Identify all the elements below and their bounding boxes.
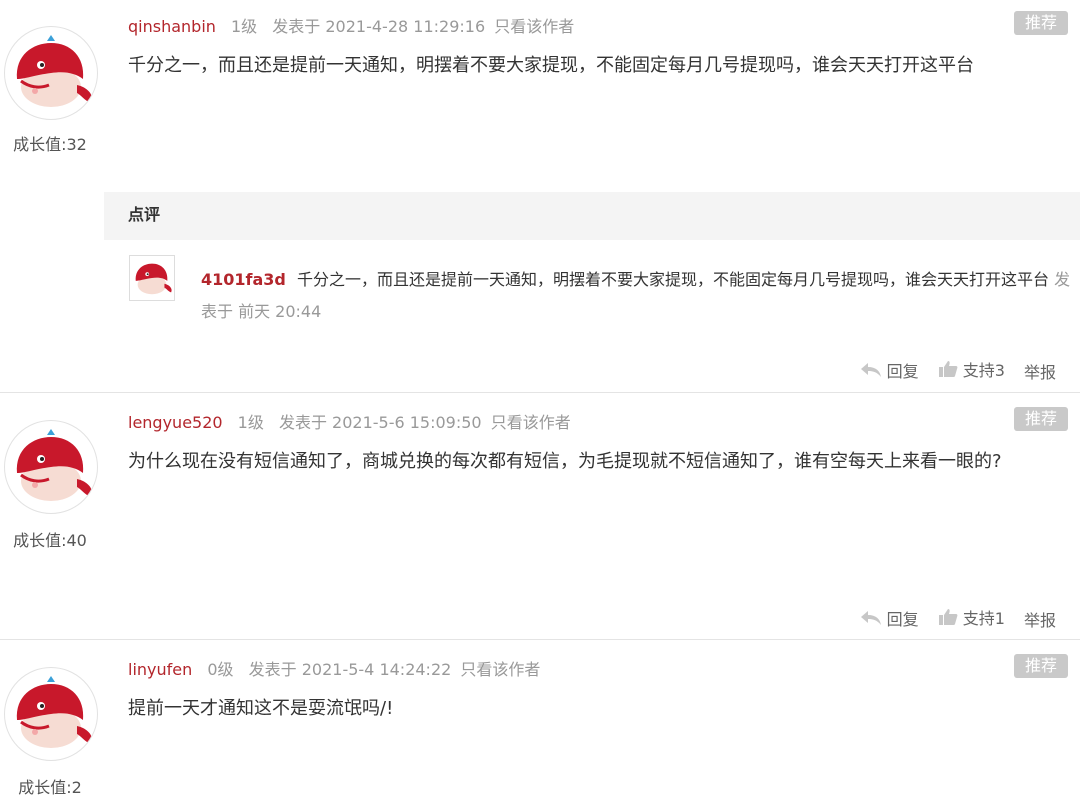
review-text: 4101fa3d 千分之一，而且还是提前一天通知，明摆着不要大家提现，不能固定每… [201, 264, 1073, 328]
reply-label: 回复 [886, 362, 919, 381]
reply-button[interactable]: 回复 [860, 606, 919, 630]
post-meta: qinshanbin 1级 发表于 2021-4-28 11:29:16 只看该… [128, 13, 574, 37]
reply-icon [860, 611, 881, 625]
recommend-button[interactable]: 推荐 [1014, 654, 1068, 678]
post-3: 成长值:2 linyufen 0级 发表于 2021-5-4 14:24:22 … [0, 640, 1080, 804]
whale-avatar-icon[interactable] [4, 26, 98, 120]
username-link[interactable]: qinshanbin [128, 17, 216, 36]
review-section: 点评 4101fa3d 千分之一，而且还是提前一天通知，明摆着不要大家提现，不能… [104, 192, 1080, 340]
whale-avatar-icon[interactable] [4, 420, 98, 514]
growth-value: 成长值:40 [13, 531, 87, 550]
growth-value: 成长值:32 [13, 135, 87, 154]
whale-avatar-icon[interactable] [129, 255, 175, 301]
username-link[interactable]: linyufen [128, 660, 192, 679]
report-button[interactable]: 举报 [1024, 607, 1056, 631]
post-actions: 回复 支持3 举报 [846, 357, 1056, 383]
post-actions: 回复 支持1 举报 [846, 605, 1056, 631]
post-2: 成长值:40 lengyue520 1级 发表于 2021-5-6 15:09:… [0, 393, 1080, 639]
post-time: 发表于 2021-5-6 15:09:50 [278, 413, 482, 432]
thumbs-up-icon [938, 361, 958, 377]
recommend-button[interactable]: 推荐 [1014, 407, 1068, 431]
only-author-link[interactable]: 只看该作者 [460, 660, 540, 679]
reply-button[interactable]: 回复 [860, 358, 919, 382]
review-header: 点评 [104, 192, 1080, 240]
user-level: 1级 [237, 413, 264, 432]
whale-avatar-icon[interactable] [4, 667, 98, 761]
growth-value: 成长值:2 [18, 778, 82, 797]
thumbs-up-icon [938, 609, 958, 625]
reply-icon [860, 363, 881, 377]
support-label: 支持3 [962, 361, 1005, 380]
only-author-link[interactable]: 只看该作者 [491, 413, 571, 432]
reply-label: 回复 [886, 610, 919, 629]
post-time: 发表于 2021-5-4 14:24:22 [248, 660, 452, 679]
review-content: 千分之一，而且还是提前一天通知，明摆着不要大家提现，不能固定每月几号提现吗，谁会… [296, 270, 1049, 289]
post-content: 提前一天才通知这不是耍流氓吗/! [128, 698, 394, 719]
support-button[interactable]: 支持3 [938, 357, 1005, 381]
support-button[interactable]: 支持1 [938, 605, 1005, 629]
review-username[interactable]: 4101fa3d [201, 270, 286, 289]
user-level: 1级 [231, 17, 258, 36]
post-content: 为什么现在没有短信通知了，商城兑换的每次都有短信，为毛提现就不短信通知了，谁有空… [128, 451, 1002, 472]
user-level: 0级 [207, 660, 234, 679]
report-button[interactable]: 举报 [1024, 359, 1056, 383]
only-author-link[interactable]: 只看该作者 [494, 17, 574, 36]
support-label: 支持1 [962, 609, 1005, 628]
post-time: 发表于 2021-4-28 11:29:16 [272, 17, 486, 36]
post-meta: linyufen 0级 发表于 2021-5-4 14:24:22 只看该作者 [128, 656, 540, 680]
username-link[interactable]: lengyue520 [128, 413, 223, 432]
post-content: 千分之一，而且还是提前一天通知，明摆着不要大家提现，不能固定每月几号提现吗，谁会… [128, 55, 974, 76]
post-1: 成长值:32 qinshanbin 1级 发表于 2021-4-28 11:29… [0, 0, 1080, 392]
post-meta: lengyue520 1级 发表于 2021-5-6 15:09:50 只看该作… [128, 409, 571, 433]
recommend-button[interactable]: 推荐 [1014, 11, 1068, 35]
